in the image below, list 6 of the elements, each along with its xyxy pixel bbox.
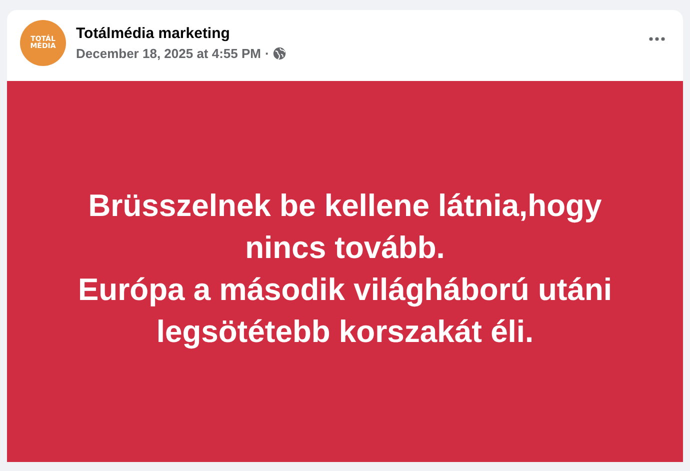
author-name[interactable]: Totálmédia marketing <box>76 24 286 42</box>
globe-icon[interactable] <box>273 46 286 60</box>
more-icon <box>649 36 665 40</box>
separator: · <box>265 46 270 60</box>
post-timestamp[interactable]: December 18, 2025 at 4:55 PM <box>76 46 261 60</box>
post-text: Brüsszelnek be kellene látnia,hogy nincs tovább. Európa a második világháború utáni legsötétebb korszakát éli. <box>78 186 612 351</box>
